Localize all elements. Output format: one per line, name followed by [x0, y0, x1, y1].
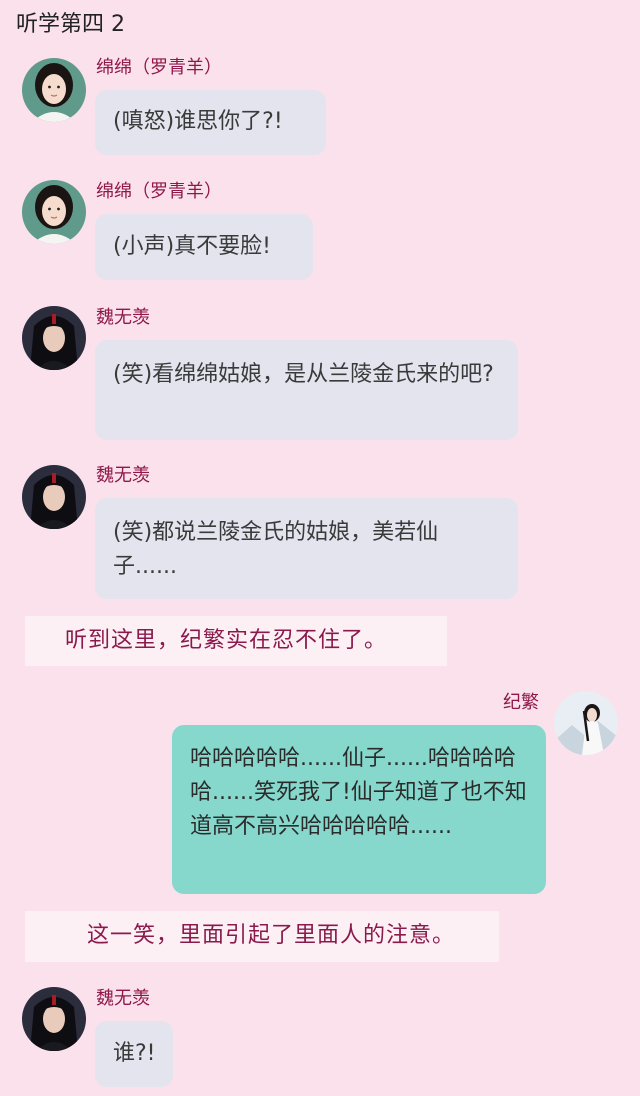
- sender-name: 纪繁: [503, 692, 539, 713]
- sender-name: 魏无羡: [96, 988, 150, 1009]
- narration-text: 听到这里，纪繁实在忍不住了。: [25, 616, 447, 666]
- sender-name: 魏无羡: [96, 465, 150, 486]
- message-bubble-self: 哈哈哈哈哈......仙子......哈哈哈哈哈......笑死我了!仙子知道了…: [172, 725, 546, 894]
- message-bubble: (小声)真不要脸!: [95, 214, 313, 280]
- sender-name: 绵绵（罗青羊）: [96, 57, 222, 78]
- message-bubble: (嗔怒)谁思你了?!: [95, 90, 326, 155]
- message-bubble: 谁?!: [95, 1021, 173, 1087]
- female-avatar-icon[interactable]: [22, 180, 86, 244]
- male-avatar-icon[interactable]: [22, 987, 86, 1051]
- male-avatar-icon[interactable]: [22, 306, 86, 370]
- message-bubble: (笑)都说兰陵金氏的姑娘，美若仙子......: [95, 498, 518, 599]
- sender-name: 绵绵（罗青羊）: [96, 181, 222, 202]
- message-bubble: (笑)看绵绵姑娘，是从兰陵金氏来的吧?: [95, 340, 518, 440]
- female-avatar-icon[interactable]: [22, 58, 86, 122]
- self-avatar-icon[interactable]: [554, 691, 618, 755]
- male-avatar-icon[interactable]: [22, 465, 86, 529]
- sender-name: 魏无羡: [96, 307, 150, 328]
- page-title: 听学第四 2: [16, 12, 125, 37]
- narration-text: 这一笑，里面引起了里面人的注意。: [25, 911, 499, 962]
